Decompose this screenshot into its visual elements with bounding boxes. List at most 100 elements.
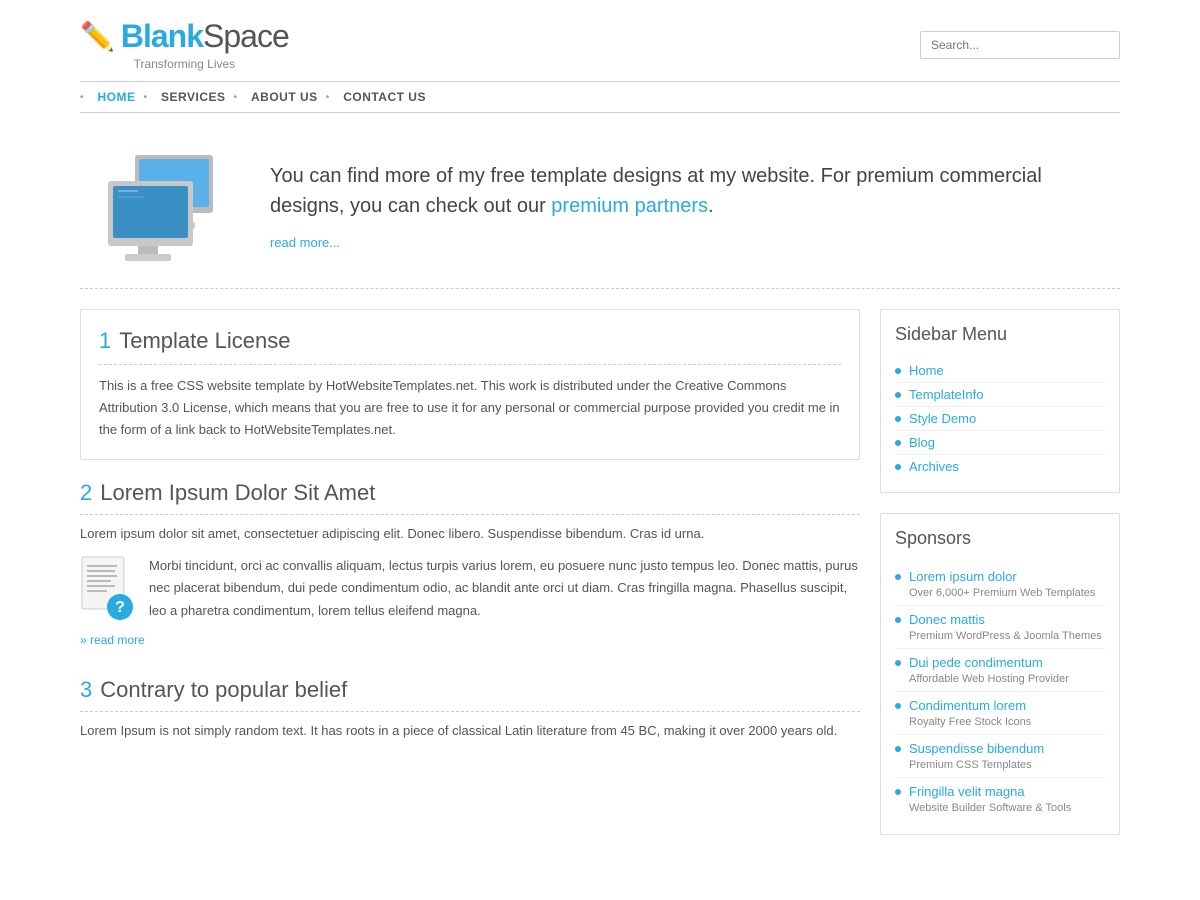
post-2-body: Morbi tincidunt, orci ac convallis aliqu… <box>149 555 860 621</box>
doc-question-icon: ? <box>80 555 135 620</box>
sponsor-dot <box>895 746 901 752</box>
sidebar-dot <box>895 464 901 470</box>
sponsor-item-6: Fringilla velit magna Website Builder So… <box>895 778 1105 820</box>
sidebar: Sidebar Menu Home TemplateInfo Style Dem… <box>880 309 1120 855</box>
sidebar-link-blog[interactable]: Blog <box>909 435 935 450</box>
sponsor-link-2[interactable]: Donec mattis <box>909 612 1102 627</box>
pen-icon: ✏️ <box>80 20 115 53</box>
post-2-section: 2 Lorem Ipsum Dolor Sit Amet Lorem ipsum… <box>80 480 860 646</box>
sponsor-dot <box>895 617 901 623</box>
sponsor-desc-6: Website Builder Software & Tools <box>909 802 1071 814</box>
post-3-divider <box>80 711 860 712</box>
sponsors-title: Sponsors <box>895 528 1105 549</box>
sponsor-text-5: Suspendisse bibendum Premium CSS Templat… <box>909 741 1044 771</box>
nav-link-home[interactable]: HOME <box>90 90 144 104</box>
nav-item-contact: • CONTACT US <box>326 90 434 104</box>
premium-partners-link[interactable]: premium partners <box>551 195 708 217</box>
sidebar-link-archives[interactable]: Archives <box>909 459 959 474</box>
sponsor-text-2: Donec mattis Premium WordPress & Joomla … <box>909 612 1102 642</box>
monitors-illustration <box>90 143 240 268</box>
sponsors-box: Sponsors Lorem ipsum dolor Over 6,000+ P… <box>880 513 1120 835</box>
hero-paragraph: You can find more of my free template de… <box>270 161 1120 221</box>
nav-item-home: • HOME <box>80 90 144 104</box>
sidebar-item-styledemo: Style Demo <box>895 407 1105 431</box>
sidebar-menu-title: Sidebar Menu <box>895 324 1105 345</box>
post-2-number: 2 <box>80 480 92 506</box>
sponsor-link-6[interactable]: Fringilla velit magna <box>909 784 1071 799</box>
sponsor-desc-2: Premium WordPress & Joomla Themes <box>909 630 1102 642</box>
post-1-heading: Template License <box>119 328 290 354</box>
sidebar-item-home: Home <box>895 359 1105 383</box>
sponsor-link-1[interactable]: Lorem ipsum dolor <box>909 569 1095 584</box>
sponsor-text-6: Fringilla velit magna Website Builder So… <box>909 784 1071 814</box>
sidebar-link-styledemo[interactable]: Style Demo <box>909 411 976 426</box>
sidebar-dot <box>895 392 901 398</box>
search-input[interactable] <box>920 31 1120 59</box>
post-1-title-row: 1 Template License <box>99 328 841 354</box>
sponsor-item-3: Dui pede condimentum Affordable Web Host… <box>895 649 1105 692</box>
hero-image <box>80 143 250 268</box>
sidebar-menu-list: Home TemplateInfo Style Demo Blog <box>895 359 1105 478</box>
main-layout: 1 Template License This is a free CSS we… <box>80 309 1120 855</box>
sponsor-desc-1: Over 6,000+ Premium Web Templates <box>909 587 1095 599</box>
sponsor-dot <box>895 574 901 580</box>
post-3-section: 3 Contrary to popular belief Lorem Ipsum… <box>80 677 860 742</box>
post-2-heading: Lorem Ipsum Dolor Sit Amet <box>100 480 375 506</box>
nav-dot: • <box>326 92 330 103</box>
sponsor-dot <box>895 660 901 666</box>
sponsor-link-5[interactable]: Suspendisse bibendum <box>909 741 1044 756</box>
sponsor-link-4[interactable]: Condimentum lorem <box>909 698 1031 713</box>
sponsor-desc-5: Premium CSS Templates <box>909 759 1032 771</box>
logo-text: BlankSpace <box>121 18 289 55</box>
sponsor-text-3: Dui pede condimentum Affordable Web Host… <box>909 655 1069 685</box>
post-1-box: 1 Template License This is a free CSS we… <box>80 309 860 460</box>
sidebar-item-templateinfo: TemplateInfo <box>895 383 1105 407</box>
sidebar-menu-box: Sidebar Menu Home TemplateInfo Style Dem… <box>880 309 1120 493</box>
post-1-body: This is a free CSS website template by H… <box>99 375 841 441</box>
nav-dot: • <box>80 92 84 103</box>
post-2-thumb-content: ? Morbi tincidunt, orci ac convallis ali… <box>80 555 860 631</box>
post-3-number: 3 <box>80 677 92 703</box>
header: ✏️ BlankSpace Transforming Lives <box>80 0 1120 81</box>
post-1-divider <box>99 364 841 365</box>
post-2-title-row: 2 Lorem Ipsum Dolor Sit Amet <box>80 480 860 506</box>
sponsor-desc-3: Affordable Web Hosting Provider <box>909 673 1069 685</box>
sidebar-dot <box>895 440 901 446</box>
sidebar-link-home[interactable]: Home <box>909 363 944 378</box>
sidebar-dot <box>895 368 901 374</box>
nav-item-about: • ABOUT US <box>234 90 326 104</box>
sponsor-dot <box>895 703 901 709</box>
nav-link-about[interactable]: ABOUT US <box>243 90 326 104</box>
post-3-title-row: 3 Contrary to popular belief <box>80 677 860 703</box>
post-2-read-more[interactable]: » read more <box>80 633 145 647</box>
sidebar-dot <box>895 416 901 422</box>
sponsor-item-5: Suspendisse bibendum Premium CSS Templat… <box>895 735 1105 778</box>
logo-tagline: Transforming Lives <box>134 57 236 71</box>
nav-item-services: • SERVICES <box>144 90 234 104</box>
sponsor-desc-4: Royalty Free Stock Icons <box>909 716 1031 728</box>
nav: • HOME • SERVICES • ABOUT US • CONTACT U… <box>80 90 1120 104</box>
sponsors-list: Lorem ipsum dolor Over 6,000+ Premium We… <box>895 563 1105 820</box>
sponsor-item-4: Condimentum lorem Royalty Free Stock Ico… <box>895 692 1105 735</box>
hero-text: You can find more of my free template de… <box>250 161 1120 250</box>
post-2-intro: Lorem ipsum dolor sit amet, consectetuer… <box>80 523 860 545</box>
sponsor-dot <box>895 789 901 795</box>
nav-link-contact[interactable]: CONTACT US <box>335 90 434 104</box>
nav-link-services[interactable]: SERVICES <box>153 90 233 104</box>
post-1-number: 1 <box>99 328 111 354</box>
logo: ✏️ BlankSpace Transforming Lives <box>80 18 289 71</box>
sponsor-item-1: Lorem ipsum dolor Over 6,000+ Premium We… <box>895 563 1105 606</box>
post-2-divider <box>80 514 860 515</box>
sponsor-text-4: Condimentum lorem Royalty Free Stock Ico… <box>909 698 1031 728</box>
sidebar-item-blog: Blog <box>895 431 1105 455</box>
post-3-body: Lorem Ipsum is not simply random text. I… <box>80 720 860 742</box>
sidebar-link-templateinfo[interactable]: TemplateInfo <box>909 387 983 402</box>
hero-read-more-link[interactable]: read more... <box>270 235 340 250</box>
content-area: 1 Template License This is a free CSS we… <box>80 309 860 855</box>
post-3-heading: Contrary to popular belief <box>100 677 347 703</box>
svg-text:?: ? <box>115 599 125 616</box>
sidebar-item-archives: Archives <box>895 455 1105 478</box>
nav-dot: • <box>234 92 238 103</box>
sponsor-link-3[interactable]: Dui pede condimentum <box>909 655 1069 670</box>
nav-dot: • <box>144 92 148 103</box>
